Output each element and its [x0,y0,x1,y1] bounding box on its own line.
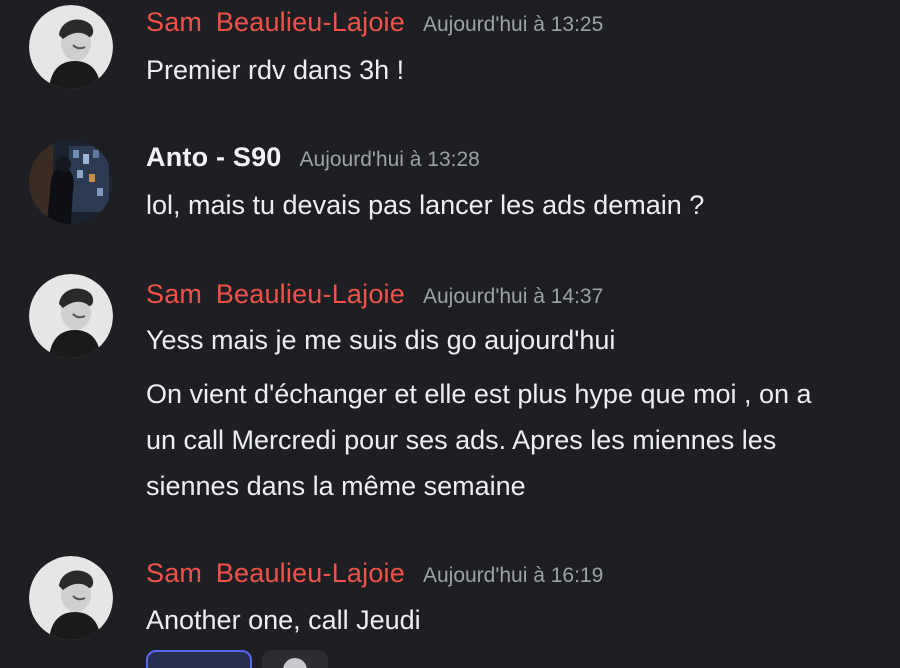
author-name[interactable]: Anto - S90 [146,142,282,173]
author-name[interactable]: Sam Beaulieu-Lajoie [146,7,405,38]
message-header: Sam Beaulieu-Lajoie Aujourd'hui à 13:25 [146,7,603,41]
message-header: Anto - S90 Aujourd'hui à 13:28 [146,142,480,176]
message-header: Sam Beaulieu-Lajoie Aujourd'hui à 14:37 [146,279,603,313]
avatar[interactable] [29,140,113,224]
author-name[interactable]: Sam Beaulieu-Lajoie [146,279,405,310]
message-text: Yess mais je me suis dis go aujourd'hui [146,325,616,355]
avatar-sam-icon [29,274,113,358]
avatar[interactable] [29,556,113,640]
message-text: Another one, call Jeudi [146,605,421,635]
timestamp[interactable]: Aujourd'hui à 14:37 [423,285,603,309]
chat-feed: Sam Beaulieu-Lajoie Aujourd'hui à 13:25 … [0,0,900,668]
avatar-anto-icon [29,140,113,224]
timestamp[interactable]: Aujourd'hui à 13:28 [300,148,480,172]
message-text: lol, mais tu devais pas lancer les ads d… [146,190,705,220]
reaction-bar [146,650,328,668]
message-text: On vient d'échanger et elle est plus hyp… [146,379,812,501]
author-name[interactable]: Sam Beaulieu-Lajoie [146,558,405,589]
avatar-sam-icon [29,5,113,89]
reaction-icon[interactable] [146,650,252,668]
add-reaction-icon [283,658,307,668]
avatar-sam-icon [29,556,113,640]
timestamp[interactable]: Aujourd'hui à 13:25 [423,13,603,37]
avatar[interactable] [29,5,113,89]
message-text: Premier rdv dans 3h ! [146,55,405,85]
avatar[interactable] [29,274,113,358]
add-reaction-button[interactable] [262,650,328,668]
timestamp[interactable]: Aujourd'hui à 16:19 [423,564,603,588]
message-header: Sam Beaulieu-Lajoie Aujourd'hui à 16:19 [146,558,603,592]
